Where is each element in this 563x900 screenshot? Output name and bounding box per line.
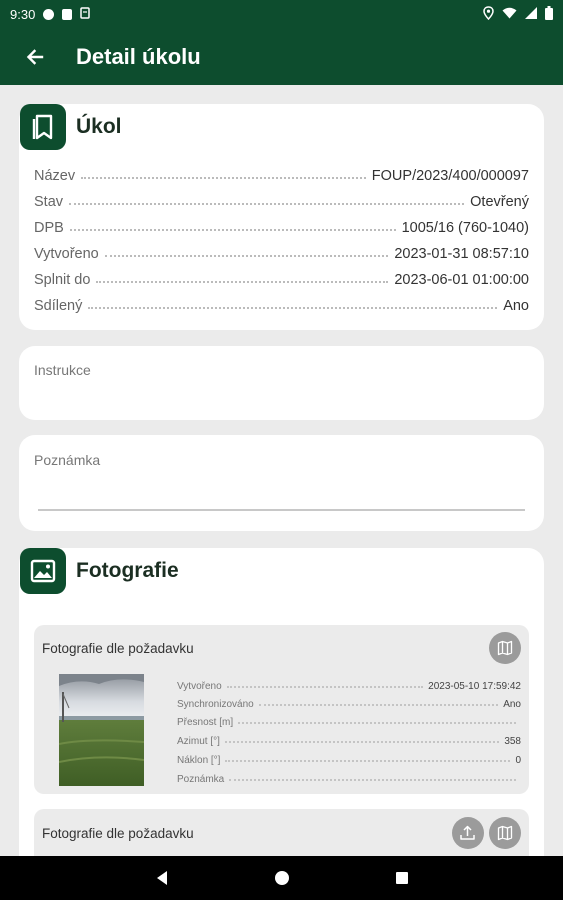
instructions-card: Instrukce xyxy=(19,346,544,420)
back-triangle-icon xyxy=(156,871,167,885)
detail-label: Azimut [°] xyxy=(177,735,220,747)
detail-label: Přesnost [m] xyxy=(177,716,234,728)
detail-label: Náklon [°] xyxy=(177,754,221,766)
photo-item[interactable]: Fotografie dle požadavku xyxy=(34,809,529,856)
task-row-dpb: DPB 1005/16 (760-1040) xyxy=(34,218,529,238)
note-input[interactable] xyxy=(38,475,525,511)
note-card: Poznámka xyxy=(19,435,544,531)
detail-value: 0 xyxy=(515,754,521,766)
sync-upload-icon xyxy=(460,825,475,840)
row-label: Splnit do xyxy=(34,272,91,288)
photo-thumbnail[interactable] xyxy=(59,674,144,786)
photos-card-title: Fotografie xyxy=(76,559,179,582)
task-row-shared: Sdílený Ano xyxy=(34,296,529,316)
row-label: DPB xyxy=(34,220,64,236)
image-icon xyxy=(20,548,66,594)
wifi-icon xyxy=(502,7,517,22)
photo-title: Fotografie dle požadavku xyxy=(42,641,194,656)
detail-label: Poznámka xyxy=(177,773,225,785)
photo-item[interactable]: Fotografie dle požadavku xyxy=(34,625,529,794)
page-title: Detail úkolu xyxy=(76,43,201,69)
row-label: Vytvořeno xyxy=(34,246,99,262)
row-value: 2023-01-31 08:57:10 xyxy=(394,246,529,262)
show-on-map-button[interactable] xyxy=(489,817,521,849)
map-icon xyxy=(497,825,513,841)
system-nav-bar xyxy=(0,856,563,900)
location-icon xyxy=(483,5,494,23)
row-label: Název xyxy=(34,168,76,184)
detail-value: Ano xyxy=(503,698,521,710)
show-on-map-button[interactable] xyxy=(489,632,521,664)
map-icon xyxy=(497,640,513,656)
row-value: FOUP/2023/400/000097 xyxy=(371,168,529,184)
row-label: Sdílený xyxy=(34,298,83,314)
task-row-created: Vytvořeno 2023-01-31 08:57:10 xyxy=(34,244,529,264)
detail-label: Synchronizováno xyxy=(177,698,254,710)
photo-detail-row: Poznámka xyxy=(177,772,521,786)
app-bar: Detail úkolu xyxy=(0,28,563,85)
row-value: Ano xyxy=(503,298,529,314)
detail-label: Vytvořeno xyxy=(177,680,222,692)
circle-icon xyxy=(43,8,55,20)
instructions-label: Instrukce xyxy=(34,362,91,378)
photo-title: Fotografie dle požadavku xyxy=(42,826,194,841)
task-row-due: Splnit do 2023-06-01 01:00:00 xyxy=(34,270,529,290)
row-value: Otevřený xyxy=(470,194,529,210)
sync-upload-button[interactable] xyxy=(452,817,484,849)
nav-back-button[interactable] xyxy=(102,856,222,900)
note-label: Poznámka xyxy=(34,452,101,468)
bookmark-icon xyxy=(20,104,66,150)
photo-detail-row: Přesnost [m] xyxy=(177,715,521,729)
signal-icon xyxy=(525,6,537,22)
task-row-name: Název FOUP/2023/400/000097 xyxy=(34,166,529,186)
arrow-back-icon xyxy=(26,48,44,65)
battery-icon xyxy=(545,5,553,23)
detail-value: 358 xyxy=(504,735,521,747)
task-detail-content[interactable]: Úkol Název FOUP/2023/400/000097 Stav Otevř… xyxy=(0,85,563,856)
sim-icon xyxy=(62,8,73,20)
photo-detail-row: Synchronizováno Ano xyxy=(177,697,521,711)
home-circle-icon xyxy=(274,871,289,885)
task-card-title: Úkol xyxy=(76,115,122,138)
detail-value: 2023-05-10 17:59:42 xyxy=(428,680,521,692)
photo-detail-row: Azimut [°] 358 xyxy=(177,734,521,748)
task-row-status: Stav Otevřený xyxy=(34,192,529,212)
photos-card: Fotografie Fotografie dle požadavku Vytv… xyxy=(19,548,544,856)
photo-detail-row: Náklon [°] 0 xyxy=(177,753,521,767)
storage-icon xyxy=(80,6,91,22)
nav-home-button[interactable] xyxy=(222,856,342,900)
row-value: 2023-06-01 01:00:00 xyxy=(394,272,529,288)
photo-detail-row: Vytvořeno 2023-05-10 17:59:42 xyxy=(177,679,521,693)
status-bar: 9:30 xyxy=(0,0,563,28)
status-time: 9:30 xyxy=(10,6,36,22)
row-label: Stav xyxy=(34,194,64,210)
row-value: 1005/16 (760-1040) xyxy=(401,220,529,236)
recents-square-icon xyxy=(395,872,408,884)
task-card: Úkol Název FOUP/2023/400/000097 Stav Otevř… xyxy=(19,104,544,330)
back-button[interactable] xyxy=(0,28,70,85)
nav-recents-button[interactable] xyxy=(342,856,462,900)
